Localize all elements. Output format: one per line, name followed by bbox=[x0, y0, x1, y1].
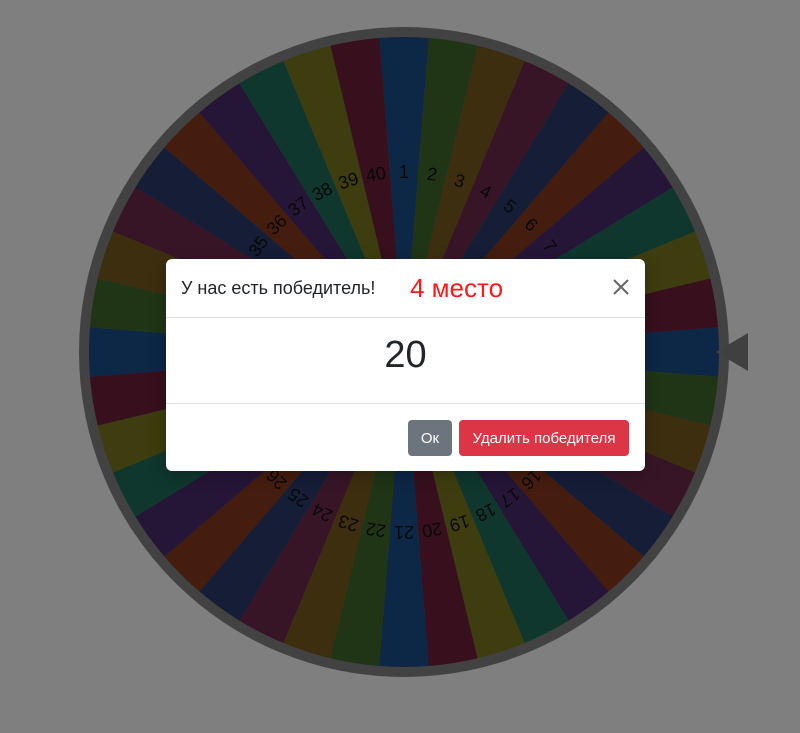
modal-title: У нас есть победитель! bbox=[181, 278, 376, 298]
place-label: 4 место bbox=[410, 273, 504, 303]
close-button[interactable] bbox=[609, 275, 633, 299]
close-icon bbox=[613, 279, 629, 295]
ok-button[interactable]: Ок bbox=[408, 420, 452, 456]
modal-footer: Ок Удалить победителя bbox=[166, 404, 645, 471]
winner-modal: У нас есть победитель! 4 место 20 Ок Уда… bbox=[166, 259, 645, 471]
modal-body: 20 bbox=[166, 318, 645, 404]
delete-winner-button[interactable]: Удалить победителя bbox=[459, 420, 629, 456]
modal-header: У нас есть победитель! 4 место bbox=[166, 259, 645, 318]
winner-value: 20 bbox=[384, 334, 427, 376]
